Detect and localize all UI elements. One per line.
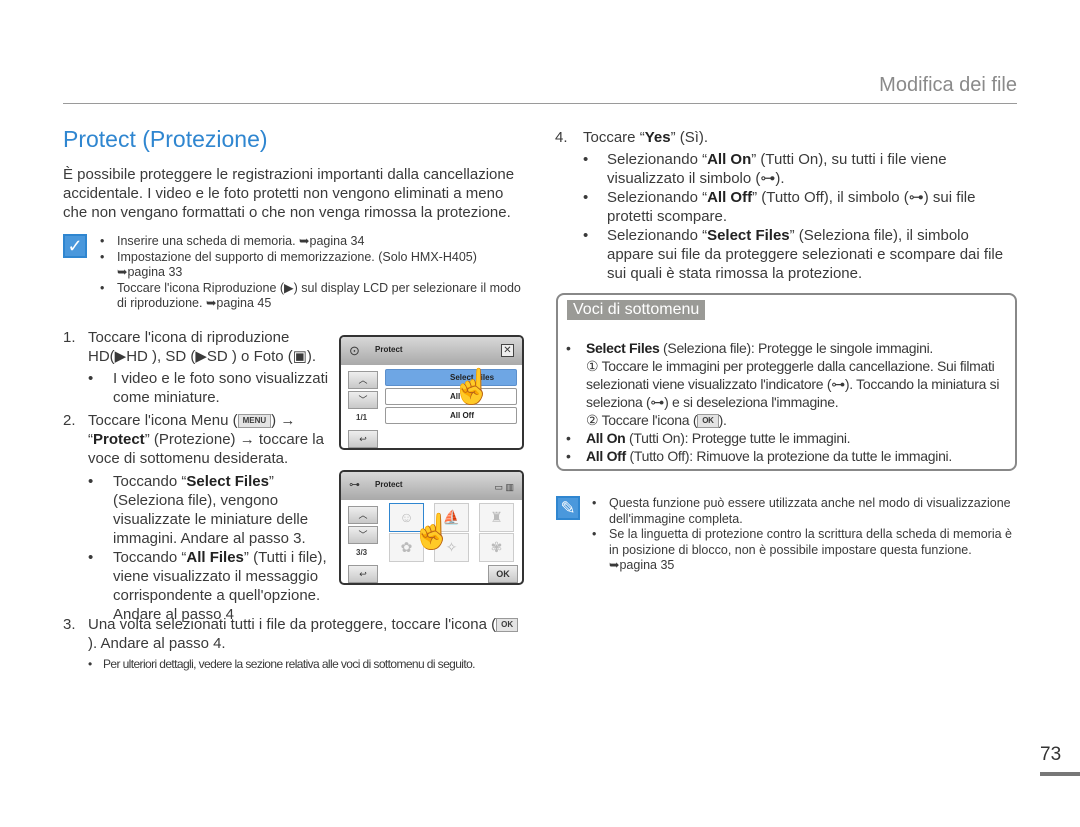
close-icon[interactable]: ✕ xyxy=(501,344,514,357)
hand-pointer-icon: ☝ xyxy=(451,368,494,406)
submenu-list: • Select Files (Seleziona file): Protegge… xyxy=(566,339,1006,465)
back-button[interactable]: ↩ xyxy=(348,565,378,583)
ok-button[interactable]: OK xyxy=(488,565,518,583)
intro-paragraph: È possibile proteggere le registrazioni … xyxy=(63,166,515,221)
up-button[interactable]: ︿ xyxy=(348,371,378,389)
all-files-label: All Files xyxy=(186,549,244,566)
step-3: 3. Una volta selezionati tutti i file da … xyxy=(63,615,523,653)
t: Toccando “ xyxy=(113,473,187,490)
note-item: Questa funzione può essere utilizzata an… xyxy=(609,496,1011,526)
step-number: 3. xyxy=(63,616,76,633)
step-2-bold: Protect xyxy=(93,431,145,448)
step-4: 4. Toccare “Yes” (Sì). • Selezionando “All… xyxy=(555,129,1004,282)
step-number: 4. xyxy=(555,129,568,146)
yes-label: Yes xyxy=(644,129,671,146)
menu-icon: MENU xyxy=(237,414,272,429)
t: Per ulteriori dettagli, vedere la sezion… xyxy=(103,657,476,671)
note-item: Se la linguetta di protezione contro la … xyxy=(609,527,1012,572)
t: All On xyxy=(586,430,626,446)
page-number: 73 xyxy=(1040,744,1062,765)
note-pencil-icon: ✎ xyxy=(556,496,580,520)
prereq-item: Toccare l'icona Riproduzione (▶) sul dis… xyxy=(117,280,521,311)
thumbnail[interactable]: ✾ xyxy=(479,533,514,562)
step-2-text: Toccare l'icona Menu ( xyxy=(88,412,238,429)
menu-item-all-off[interactable]: All Off xyxy=(385,407,517,424)
section-header: Modifica dei file xyxy=(879,74,1017,96)
battery-icon: ▭ ▥ xyxy=(494,482,514,492)
t: Select Files xyxy=(586,340,660,356)
step-1-icons: HD(▶HD ), SD (▶SD ) o Foto (▣). xyxy=(88,348,317,365)
play-icon: ⊙ xyxy=(349,343,360,358)
t: Selezionando “ xyxy=(607,151,708,168)
ok-icon: OK xyxy=(697,414,719,429)
all-off-label: All Off xyxy=(707,189,753,206)
prereq-list: • Inserire una scheda di memoria. ➥pagina… xyxy=(100,234,521,311)
lcd-title: Protect xyxy=(375,480,403,489)
steps-left: 1. Toccare l'icona di riproduzione HD(▶HD … xyxy=(63,329,329,623)
prereq-item: Inserire una scheda di memoria. ➥pagina … xyxy=(117,234,365,248)
step-1-bullet: I video e le foto sono visualizzati come… xyxy=(113,370,329,406)
down-button[interactable]: ﹀ xyxy=(348,526,378,544)
lcd-protect-thumbnails: Protect ⊶ ▭ ▥ ︿ ﹀ 3/3 ↩ ☺ ⛵ ♜ ✿ ✧ ✾ ☝ OK xyxy=(339,470,524,585)
t: Selezionando “ xyxy=(607,189,708,206)
step-number: 1. xyxy=(63,329,76,346)
page-indicator: 3/3 xyxy=(356,548,368,557)
key-icon: ⊶ xyxy=(349,479,360,491)
lcd-protect-menu: Protect ⊙ ✕ ︿ ﹀ 1/1 ↩ Select Files All O… xyxy=(339,335,524,450)
up-button[interactable]: ︿ xyxy=(348,506,378,524)
select-files-label: Select Files xyxy=(707,227,790,244)
submenu-title: Voci di sottomenu xyxy=(567,300,706,320)
step-3-bullet: • Per ulteriori dettagli, vedere la sezio… xyxy=(88,657,476,671)
t: ). Andare al passo 4. xyxy=(88,635,226,652)
page-indicator: 1/1 xyxy=(356,413,368,422)
t: ). xyxy=(718,412,727,428)
t: Una volta selezionati tutti i file da pr… xyxy=(88,616,497,633)
t: All Off xyxy=(586,448,626,464)
down-button[interactable]: ﹀ xyxy=(348,391,378,409)
t: ② Toccare l'icona ( xyxy=(586,412,698,428)
t: Selezionando “ xyxy=(607,227,708,244)
all-on-label: All On xyxy=(707,151,752,168)
t: Toccare “ xyxy=(583,129,645,146)
t: (Tutti On): Protegge tutte le immagini. xyxy=(625,430,851,446)
select-files-label: Select Files xyxy=(186,473,269,490)
checklist-icon: ✓ xyxy=(63,234,87,258)
hand-pointer-icon: ☝ xyxy=(411,513,454,551)
back-button[interactable]: ↩ xyxy=(348,430,378,448)
prereq-item: Impostazione del supporto di memorizzazi… xyxy=(117,249,477,280)
step-1-text: Toccare l'icona di riproduzione xyxy=(88,329,290,346)
lcd-header: Protect xyxy=(341,337,522,365)
t: ” (Sì). xyxy=(670,129,709,146)
notes-list: • Questa funzione può essere utilizzata a… xyxy=(592,496,1012,572)
submenu-substep: ① Toccare le immagini per proteggerle da… xyxy=(586,358,1000,410)
lcd-title: Protect xyxy=(375,345,403,354)
t: (Seleziona file): Protegge le singole im… xyxy=(659,340,933,356)
t: Toccando “ xyxy=(113,549,187,566)
t: (Tutto Off): Rimuove la protezione da tu… xyxy=(625,448,952,464)
page-number-bar xyxy=(1040,772,1080,776)
header-divider xyxy=(63,103,1017,104)
page-title: Protect (Protezione) xyxy=(63,126,268,152)
thumbnail[interactable]: ♜ xyxy=(479,503,514,532)
step-number: 2. xyxy=(63,412,76,429)
ok-icon: OK xyxy=(496,618,519,633)
